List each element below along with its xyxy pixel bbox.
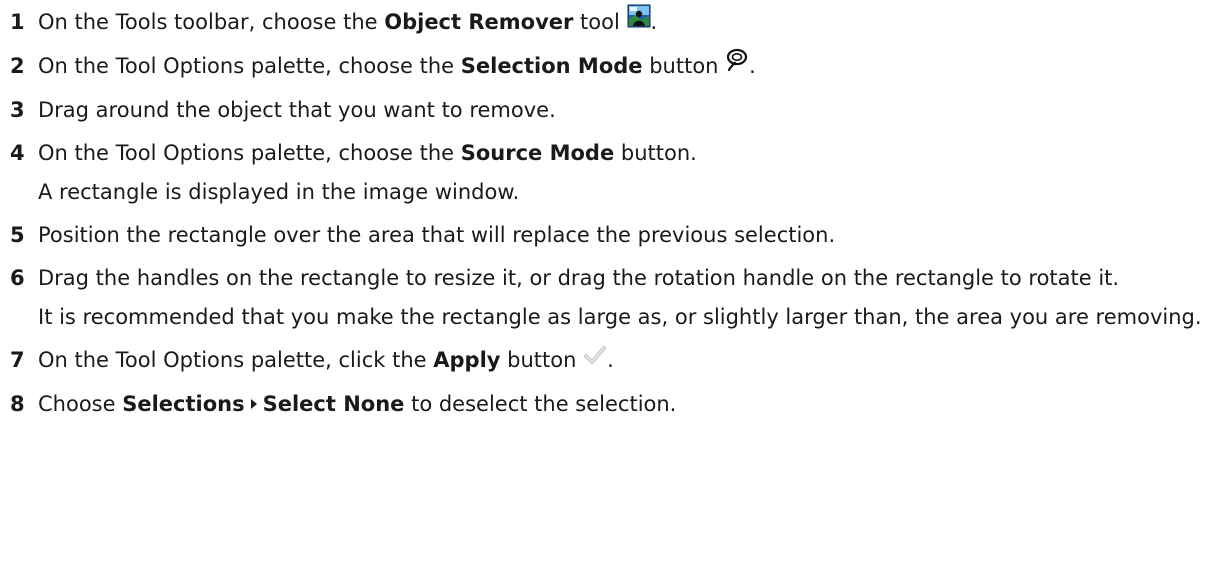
step-text: On the Tools toolbar, choose the Object … <box>38 4 1225 40</box>
step-3: 3 Drag around the object that you want t… <box>10 94 1225 127</box>
step-4: 4 On the Tool Options palette, choose th… <box>10 137 1225 209</box>
step-text: On the Tool Options palette, choose the … <box>38 137 1225 209</box>
step-number: 4 <box>10 141 25 165</box>
step-text: Drag the handles on the rectangle to res… <box>38 262 1225 334</box>
step-number: 7 <box>10 348 25 372</box>
step-1: 1 On the Tools toolbar, choose the Objec… <box>10 4 1225 40</box>
step-text: On the Tool Options palette, click the A… <box>38 344 1225 378</box>
step-text: Drag around the object that you want to … <box>38 98 556 122</box>
step-note: It is recommended that you make the rect… <box>38 305 1202 329</box>
step-6: 6 Drag the handles on the rectangle to r… <box>10 262 1225 334</box>
menu-arrow-icon <box>250 398 257 409</box>
object-remover-icon <box>627 4 651 38</box>
step-number: 5 <box>10 223 25 247</box>
step-number: 8 <box>10 391 25 416</box>
step-number: 1 <box>10 10 25 34</box>
step-8: 8 Choose Selections Select None to desele… <box>10 388 1225 421</box>
checkmark-icon <box>583 343 607 376</box>
step-7: 7 On the Tool Options palette, click the… <box>10 344 1225 378</box>
step-number: 3 <box>10 98 25 122</box>
lasso-selection-icon <box>725 48 749 82</box>
step-number: 6 <box>10 266 25 290</box>
step-note: A rectangle is displayed in the image wi… <box>38 180 520 204</box>
step-2: 2 On the Tool Options palette, choose th… <box>10 48 1225 84</box>
step-5: 5 Position the rectangle over the area t… <box>10 219 1225 252</box>
instruction-steps: 1 On the Tools toolbar, choose the Objec… <box>0 0 1225 421</box>
step-number: 2 <box>10 54 25 78</box>
step-text: Position the rectangle over the area tha… <box>38 223 836 247</box>
step-text: On the Tool Options palette, choose the … <box>38 48 1225 84</box>
step-text: Choose Selections Select None to deselect… <box>38 391 677 416</box>
